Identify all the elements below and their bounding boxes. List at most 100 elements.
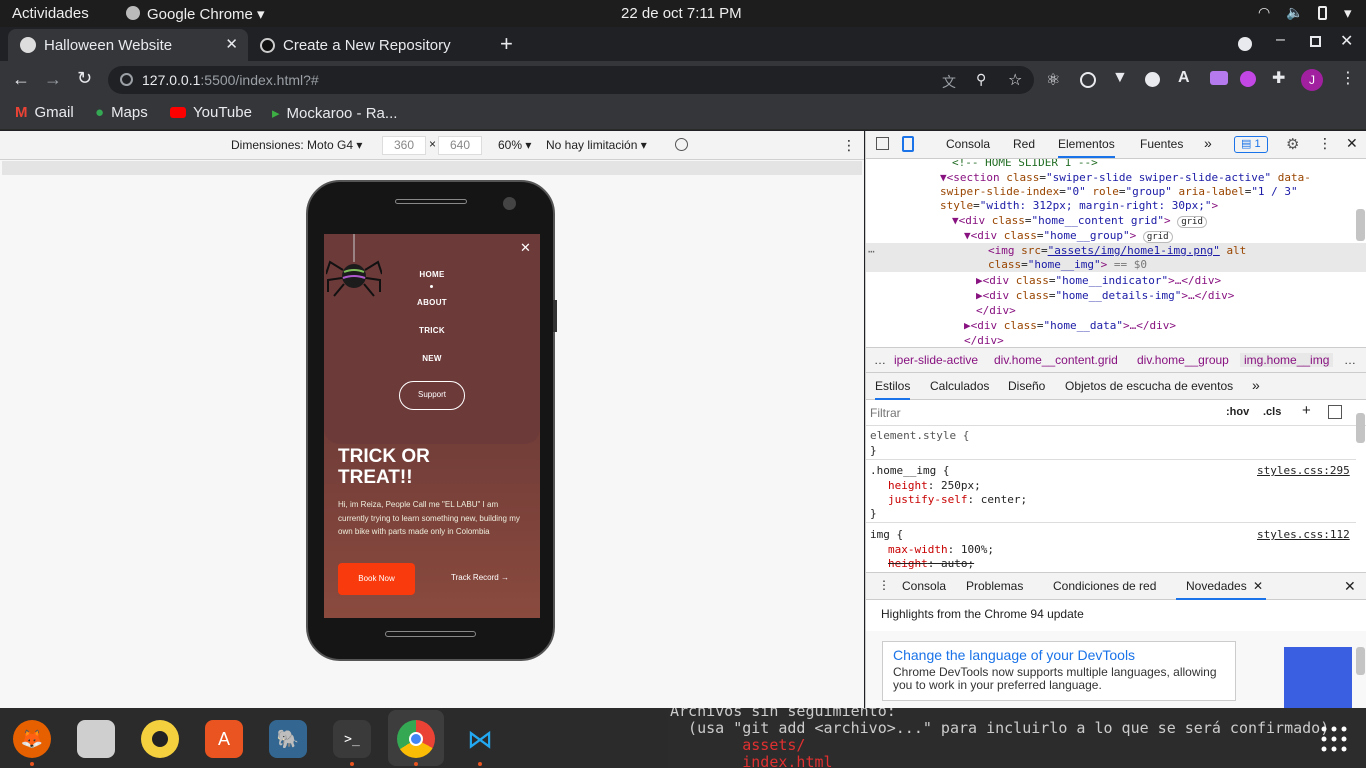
dom-scrollbar[interactable]: [1356, 209, 1365, 241]
extension-purple-icon[interactable]: [1240, 71, 1256, 87]
battery-icon[interactable]: [1318, 6, 1327, 20]
inspect-element-icon[interactable]: [876, 137, 889, 150]
nav-home[interactable]: HOME: [324, 270, 540, 279]
tab-diseno[interactable]: Diseño: [1008, 379, 1045, 393]
tab-calculados[interactable]: Calculados: [930, 379, 989, 393]
vscode-icon[interactable]: ⋈: [461, 720, 499, 758]
chrome-menu-icon[interactable]: ⋮: [1340, 68, 1356, 88]
toggle-sidebar-icon[interactable]: [1328, 405, 1342, 419]
rule-source-link[interactable]: styles.css:112: [1257, 528, 1350, 541]
rule-property[interactable]: max-width: 100%;: [888, 543, 994, 556]
device-select[interactable]: Dimensiones: Moto G4 ▾: [231, 138, 362, 152]
site-info-icon[interactable]: [120, 73, 133, 86]
rule-property-overridden[interactable]: height: auto;: [888, 557, 974, 570]
book-now-button[interactable]: Book Now: [338, 563, 415, 595]
drawer-menu-icon[interactable]: ⋮: [878, 578, 890, 592]
more-style-tabs-icon[interactable]: »: [1252, 377, 1260, 393]
close-drawer-tab-icon[interactable]: ✕: [1253, 579, 1263, 593]
close-drawer-icon[interactable]: ✕: [1344, 578, 1356, 595]
zoom-icon[interactable]: ⚲: [976, 71, 986, 88]
breadcrumb-item-active[interactable]: img.home__img: [1240, 353, 1334, 367]
extension-a-icon[interactable]: A: [1178, 69, 1190, 87]
translate-icon[interactable]: ⽂: [942, 72, 956, 92]
new-tab-plus-icon[interactable]: +: [500, 31, 513, 57]
device-more-icon[interactable]: ⋮: [842, 137, 856, 154]
more-tabs-icon[interactable]: »: [1204, 135, 1212, 151]
chrome-dock-icon[interactable]: [397, 720, 435, 758]
dom-line-home-content[interactable]: ▼<div class="home__content grid"> grid: [952, 214, 1207, 228]
dom-line-home-data[interactable]: ▶<div class="home__data">…</div>: [964, 319, 1176, 332]
bookmark-maps[interactable]: ● Maps: [95, 104, 148, 121]
tab-red[interactable]: Red: [1013, 137, 1035, 151]
rule-selector[interactable]: .home__img {: [870, 464, 949, 477]
media-query-ruler[interactable]: [2, 161, 862, 175]
nav-new[interactable]: NEW: [324, 354, 540, 363]
grid-badge[interactable]: grid: [1142, 231, 1173, 243]
throttle-select[interactable]: No hay limitación ▾: [546, 138, 647, 152]
minimize-icon[interactable]: –: [1276, 31, 1285, 49]
profile-avatar[interactable]: J: [1301, 69, 1323, 91]
extensions-puzzle-icon[interactable]: ✚: [1272, 68, 1285, 88]
dom-line-home-group[interactable]: ▼<div class="home__group"> grid: [964, 229, 1173, 243]
dom-line-indicator[interactable]: ▶<div class="home__indicator">…</div>: [976, 274, 1221, 287]
extension-react-icon[interactable]: ⚛: [1046, 70, 1060, 90]
breadcrumb-item[interactable]: div.home__group: [1137, 353, 1229, 367]
breadcrumb-item[interactable]: …: [1344, 353, 1356, 367]
styles-scrollbar[interactable]: [1356, 413, 1365, 443]
close-menu-icon[interactable]: ✕: [520, 240, 531, 256]
firefox-icon[interactable]: 🦊: [13, 720, 51, 758]
close-window-icon[interactable]: ✕: [1340, 31, 1353, 51]
hov-toggle[interactable]: :hov: [1226, 406, 1249, 418]
dom-line-close-div[interactable]: </div>: [964, 334, 1004, 345]
address-bar[interactable]: 127.0.0.1:5500/index.html?# ⽂ ⚲ ☆: [108, 66, 1034, 94]
wifi-icon[interactable]: ◠: [1258, 4, 1270, 21]
new-rule-plus-icon[interactable]: +: [1302, 402, 1311, 419]
breadcrumb-item[interactable]: iper-slide-active: [894, 353, 978, 367]
device-toggle-icon[interactable]: [902, 136, 914, 152]
terminal-icon[interactable]: >_: [333, 720, 371, 758]
tab-estilos[interactable]: Estilos: [875, 379, 911, 400]
rotate-icon[interactable]: [675, 138, 688, 151]
dom-line-selected[interactable]: ⋯ <img src="assets/img/home1-img.png" al…: [866, 243, 1366, 272]
show-applications-icon[interactable]: [1320, 725, 1348, 753]
tab-fuentes[interactable]: Fuentes: [1140, 137, 1183, 151]
cls-toggle[interactable]: .cls: [1263, 406, 1281, 418]
extension-vue-icon[interactable]: ▼: [1112, 69, 1128, 87]
activities-button[interactable]: Actividades: [12, 5, 89, 22]
support-button[interactable]: Support: [399, 381, 465, 410]
width-input[interactable]: 360: [382, 136, 426, 155]
zoom-select[interactable]: 60% ▾: [498, 138, 531, 152]
extension-target-icon[interactable]: [1080, 72, 1096, 88]
back-arrow-icon[interactable]: ←: [12, 69, 30, 90]
news-title-link[interactable]: Change the language of your DevTools: [893, 647, 1135, 663]
close-devtools-icon[interactable]: ✕: [1346, 135, 1358, 152]
rule-property[interactable]: height: 250px;: [888, 479, 981, 492]
breadcrumb-item[interactable]: …: [874, 353, 886, 367]
settings-gear-icon[interactable]: ⚙: [1286, 135, 1299, 153]
forward-arrow-icon[interactable]: →: [44, 69, 62, 90]
tab-elementos[interactable]: Elementos: [1058, 137, 1115, 158]
terminal-window[interactable]: Archivos sin seguimiento: (usa "git add …: [668, 708, 1366, 768]
dom-line-details-img[interactable]: ▶<div class="home__details-img">…</div>: [976, 289, 1234, 302]
files-icon[interactable]: [77, 720, 115, 758]
dom-line-section[interactable]: ▼<section class="swiper-slide swiper-sli…: [940, 171, 1350, 213]
clock[interactable]: 22 de oct 7:11 PM: [621, 5, 742, 22]
nav-about[interactable]: ABOUT: [324, 298, 540, 307]
rule-property[interactable]: justify-self: center;: [888, 493, 1027, 506]
software-center-icon[interactable]: A: [205, 720, 243, 758]
tab-halloween[interactable]: Halloween Website ✕: [8, 29, 248, 61]
maximize-icon[interactable]: [1310, 36, 1321, 47]
drawer-scrollbar[interactable]: [1356, 647, 1365, 675]
nav-trick[interactable]: TRICK: [324, 326, 540, 335]
app-menu[interactable]: Google Chrome ▾: [147, 5, 265, 23]
close-tab-icon[interactable]: ✕: [225, 35, 238, 53]
tab-event-listeners[interactable]: Objetos de escucha de eventos: [1065, 379, 1233, 393]
styles-filter-input[interactable]: [870, 403, 1215, 423]
height-input[interactable]: 640: [438, 136, 482, 155]
tab-consola[interactable]: Consola: [946, 137, 990, 151]
drawer-tab-consola[interactable]: Consola: [902, 579, 946, 593]
bookmark-star-icon[interactable]: ☆: [1008, 70, 1022, 90]
drawer-tab-novedades[interactable]: Novedades ✕: [1176, 573, 1266, 600]
pgadmin-icon[interactable]: 🐘: [269, 720, 307, 758]
bookmark-youtube[interactable]: YouTube: [170, 104, 252, 121]
